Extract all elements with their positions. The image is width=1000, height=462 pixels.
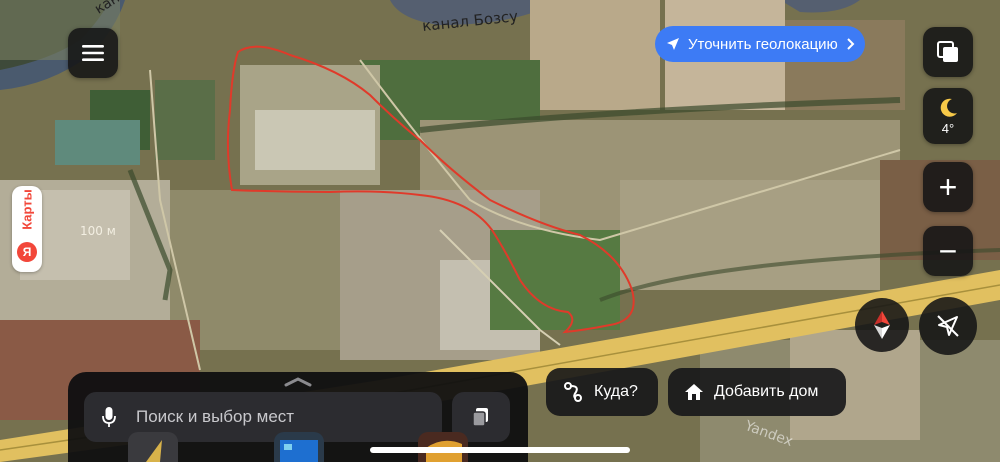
compass-icon (874, 311, 890, 339)
weather-widget[interactable]: 4° (923, 88, 973, 144)
zoom-in-button[interactable]: + (923, 162, 973, 212)
where-to-button[interactable]: Куда? (546, 368, 658, 416)
microphone-icon[interactable] (102, 407, 116, 427)
moon-icon (940, 98, 957, 117)
location-arrow-icon (667, 38, 679, 50)
bookmarks-icon (472, 408, 488, 427)
zoom-out-button[interactable]: − (923, 226, 973, 276)
compass-button[interactable] (855, 298, 909, 352)
minus-icon: − (938, 233, 958, 269)
layers-icon (937, 41, 958, 62)
layers-button[interactable] (923, 27, 973, 77)
add-home-button[interactable]: Добавить дом (668, 368, 846, 416)
chevron-right-icon (847, 38, 855, 50)
drag-handle-icon[interactable] (284, 377, 312, 387)
search-placeholder: Поиск и выбор мест (136, 407, 295, 426)
navigation-button[interactable] (919, 297, 977, 355)
maps-brand-label: Карты (19, 189, 35, 230)
navigation-off-icon (937, 315, 959, 337)
add-home-label: Добавить дом (714, 383, 819, 400)
yandex-logo-icon: Я (17, 242, 37, 262)
transport-app-icon[interactable] (274, 432, 324, 462)
home-indicator[interactable] (370, 447, 630, 453)
plus-icon: + (938, 169, 958, 205)
route-icon (564, 382, 582, 402)
temperature-label: 4° (941, 120, 955, 136)
menu-button[interactable] (68, 28, 118, 78)
yandex-maps-tab[interactable]: Я Карты (12, 186, 42, 272)
where-to-label: Куда? (594, 383, 638, 400)
home-icon (685, 384, 703, 400)
menu-icon (82, 45, 104, 61)
refine-geolocation-button[interactable]: Уточнить геолокацию (655, 26, 865, 62)
navigator-app-icon[interactable] (128, 432, 178, 462)
scale-label: 100 м (80, 224, 116, 238)
refine-geolocation-label: Уточнить геолокацию (688, 35, 838, 53)
